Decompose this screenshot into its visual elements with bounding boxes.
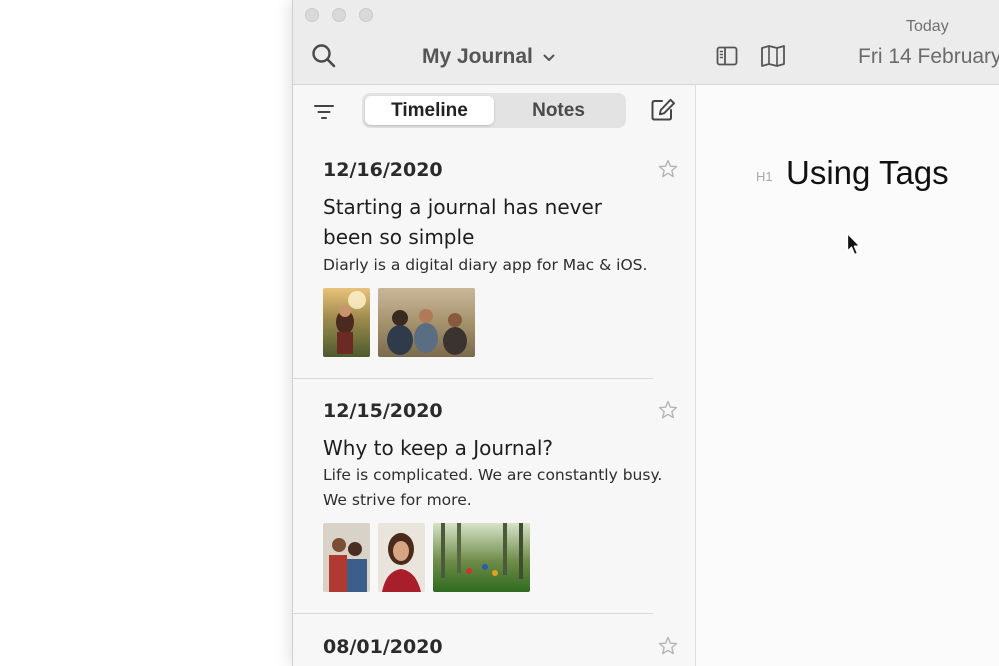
journal-entry[interactable]: 12/16/2020 Starting a journal has never …: [293, 149, 695, 379]
journal-name: My Journal: [422, 45, 533, 68]
journal-entry[interactable]: 12/15/2020 Why to keep a Journal? Life i…: [293, 390, 695, 612]
search-button[interactable]: [311, 43, 337, 69]
entry-divider: [293, 613, 653, 614]
filter-icon: [314, 105, 334, 119]
entry-list-pane: Timeline Notes 12/16/2020 Starting a jou…: [293, 85, 696, 666]
entry-date: 12/15/2020: [323, 400, 443, 422]
view-switcher: Timeline Notes: [362, 93, 626, 128]
photo-thumbnail[interactable]: [378, 288, 475, 357]
map-icon: [761, 45, 785, 67]
star-icon[interactable]: [658, 159, 678, 179]
star-icon[interactable]: [658, 400, 678, 420]
photo-thumbnail[interactable]: [378, 523, 425, 592]
zoom-window-button[interactable]: [359, 8, 373, 22]
search-icon: [312, 44, 336, 68]
sidebar-icon: [716, 46, 738, 66]
entry-date: 12/16/2020: [323, 159, 443, 181]
close-window-button[interactable]: [305, 8, 319, 22]
filter-button[interactable]: [313, 103, 335, 121]
current-date[interactable]: Fri 14 February: [858, 45, 999, 69]
photo-thumbnail[interactable]: [433, 523, 530, 592]
journal-selector[interactable]: My Journal: [422, 42, 555, 72]
app-window: My Journal Today Fri 14 February Timelin…: [292, 0, 999, 666]
heading-level-marker: H1: [756, 169, 773, 184]
chevron-down-icon: [543, 54, 555, 61]
tab-notes[interactable]: Notes: [494, 96, 623, 125]
minimize-window-button[interactable]: [332, 8, 346, 22]
entry-date: 08/01/2020: [323, 636, 443, 658]
tab-timeline[interactable]: Timeline: [365, 96, 494, 125]
today-label[interactable]: Today: [906, 18, 949, 36]
toolbar: My Journal Today Fri 14 February: [293, 0, 999, 85]
map-button[interactable]: [760, 44, 786, 68]
entry-excerpt: Diarly is a digital diary app for Mac & …: [323, 256, 648, 274]
editor-pane[interactable]: H1 Using Tags: [696, 85, 999, 666]
entry-title: Starting a journal has never been so sim…: [323, 195, 602, 249]
photo-thumbnail[interactable]: [323, 523, 370, 592]
journal-entry[interactable]: 08/01/2020: [293, 626, 695, 666]
entry-divider: [293, 378, 653, 379]
entry-photos: [323, 288, 475, 357]
document-title[interactable]: Using Tags: [786, 154, 949, 192]
photo-thumbnail[interactable]: [323, 288, 370, 357]
toggle-sidebar-button[interactable]: [716, 45, 738, 67]
new-entry-button[interactable]: [650, 98, 676, 122]
entry-photos: [323, 523, 530, 592]
mouse-cursor-icon: [846, 232, 861, 256]
entry-excerpt: Life is complicated. We are constantly b…: [323, 466, 663, 509]
entry-title: Why to keep a Journal?: [323, 436, 554, 460]
compose-icon: [651, 98, 675, 121]
star-icon[interactable]: [658, 636, 678, 656]
